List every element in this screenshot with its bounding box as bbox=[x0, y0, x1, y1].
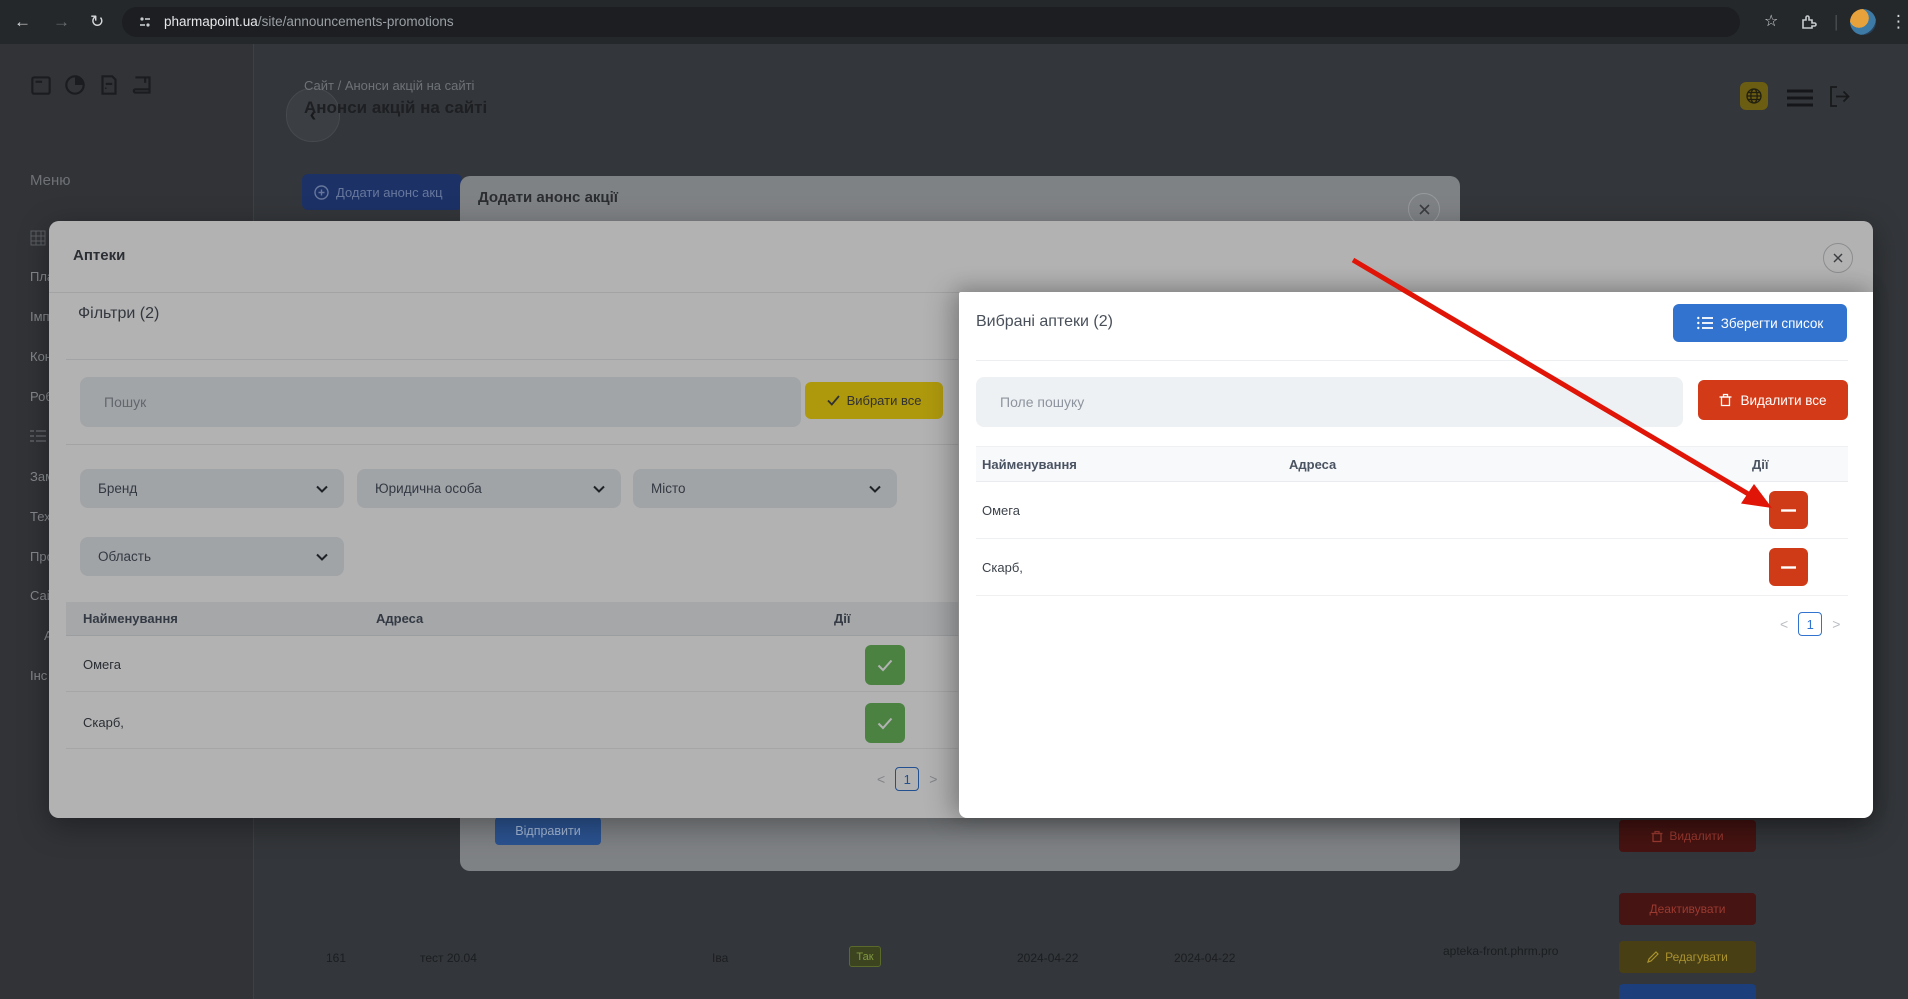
browser-reload-icon[interactable]: ↻ bbox=[90, 0, 104, 44]
selected-table-header: Найменування Адреса Дії bbox=[976, 446, 1848, 482]
page-prev-icon[interactable]: < bbox=[1780, 616, 1788, 632]
trash-icon bbox=[1719, 393, 1732, 407]
add-modal-title: Додати анонс акції bbox=[478, 189, 619, 206]
delete-button[interactable]: Видалити bbox=[1619, 820, 1756, 852]
site-info-icon[interactable] bbox=[137, 14, 153, 30]
document-icon[interactable] bbox=[96, 72, 122, 98]
selected-pharmacies-panel: Вибрані аптеки (2) Зберегти список Видал… bbox=[959, 292, 1873, 818]
bg-row-date-start: 2024-04-22 bbox=[1017, 951, 1079, 965]
page-next-icon[interactable]: > bbox=[1832, 616, 1840, 632]
address-bar[interactable]: pharmapoint.ua/site/announcements-promot… bbox=[122, 7, 1740, 37]
status-badge: Так bbox=[849, 946, 881, 967]
url-text: pharmapoint.ua/site/announcements-promot… bbox=[164, 7, 454, 37]
selected-panel-title: Вибрані аптеки (2) bbox=[976, 313, 1113, 330]
bg-row-id: 161 bbox=[326, 951, 347, 965]
sidebar-menu-heading: Меню bbox=[30, 172, 71, 189]
list-section-icon bbox=[30, 430, 46, 442]
save-list-label: Зберегти список bbox=[1720, 315, 1824, 331]
book-icon[interactable] bbox=[130, 72, 156, 98]
trash-icon bbox=[1651, 830, 1663, 842]
toolbar-separator: | bbox=[1834, 12, 1839, 31]
language-globe-button[interactable] bbox=[1740, 82, 1768, 110]
app-window: ← → ↻ pharmapoint.ua/site/announcements-… bbox=[0, 0, 1908, 999]
save-list-button[interactable]: Зберегти список bbox=[1673, 304, 1847, 342]
selected-row-name: Скарб, bbox=[982, 560, 1023, 575]
archive-icon[interactable] bbox=[28, 72, 54, 98]
profile-avatar[interactable] bbox=[1850, 9, 1876, 35]
send-button-partial[interactable] bbox=[1619, 984, 1756, 999]
sidebar-item-9[interactable]: Інс bbox=[30, 668, 47, 683]
minus-icon bbox=[1781, 508, 1796, 512]
edit-button-label: Редагувати bbox=[1665, 950, 1728, 964]
pie-chart-icon[interactable] bbox=[62, 72, 88, 98]
url-path: /site/announcements-promotions bbox=[257, 14, 454, 29]
col-name: Найменування bbox=[982, 456, 1077, 472]
browser-forward-icon[interactable]: → bbox=[53, 0, 70, 44]
submit-button-label: Відправити bbox=[515, 824, 581, 838]
close-icon bbox=[1418, 203, 1430, 215]
submit-button[interactable]: Відправити bbox=[495, 817, 601, 845]
add-announcement-button[interactable]: Додати анонс акц bbox=[302, 174, 462, 210]
edit-button[interactable]: Редагувати bbox=[1619, 941, 1756, 973]
deactivate-button-label: Деактивувати bbox=[1649, 902, 1726, 916]
globe-icon bbox=[1746, 88, 1762, 104]
selected-search-input[interactable] bbox=[976, 377, 1683, 427]
pencil-icon bbox=[1647, 951, 1659, 963]
hamburger-menu-icon[interactable] bbox=[1787, 89, 1813, 107]
bg-row-name: тест 20.04 bbox=[420, 951, 477, 965]
minus-icon bbox=[1781, 565, 1796, 569]
page-title: Анонси акцій на сайті bbox=[304, 98, 488, 117]
delete-button-label: Видалити bbox=[1669, 829, 1724, 843]
bg-row-date-end: 2024-04-22 bbox=[1174, 951, 1236, 965]
extensions-puzzle-icon[interactable] bbox=[1800, 13, 1818, 31]
delete-all-button[interactable]: Видалити все bbox=[1698, 380, 1848, 420]
col-actions: Дії bbox=[1752, 456, 1769, 472]
selected-pagination: < 1 > bbox=[1780, 612, 1840, 636]
remove-pharmacy-button[interactable] bbox=[1769, 548, 1808, 586]
sidebar-item-1[interactable]: Імп bbox=[30, 309, 50, 324]
browser-menu-kebab-icon[interactable]: ⋮ bbox=[1890, 0, 1907, 44]
selected-row-name: Омега bbox=[982, 503, 1020, 518]
remove-pharmacy-button[interactable] bbox=[1769, 491, 1808, 529]
browser-back-icon[interactable]: ← bbox=[14, 0, 31, 44]
browser-toolbar: ← → ↻ pharmapoint.ua/site/announcements-… bbox=[0, 0, 1908, 44]
delete-all-label: Видалити все bbox=[1740, 392, 1827, 408]
deactivate-button[interactable]: Деактивувати bbox=[1619, 893, 1756, 925]
bg-row-author: Іва bbox=[712, 951, 729, 965]
breadcrumb[interactable]: Сайт / Анонси акцій на сайті bbox=[304, 78, 474, 93]
logout-icon[interactable] bbox=[1828, 85, 1851, 108]
col-address: Адреса bbox=[1289, 456, 1337, 472]
page-number[interactable]: 1 bbox=[1798, 612, 1823, 636]
add-announcement-label: Додати анонс акц bbox=[336, 184, 443, 200]
plus-circle-icon bbox=[314, 184, 329, 200]
list-icon bbox=[1696, 316, 1713, 330]
bookmark-star-icon[interactable]: ☆ bbox=[1764, 0, 1778, 44]
sidebar-item-5[interactable]: Тех bbox=[30, 509, 51, 524]
bg-row-site: apteka-front.phrm.pro bbox=[1443, 944, 1559, 958]
url-host: pharmapoint.ua bbox=[164, 14, 258, 29]
grid-icon bbox=[30, 230, 46, 246]
